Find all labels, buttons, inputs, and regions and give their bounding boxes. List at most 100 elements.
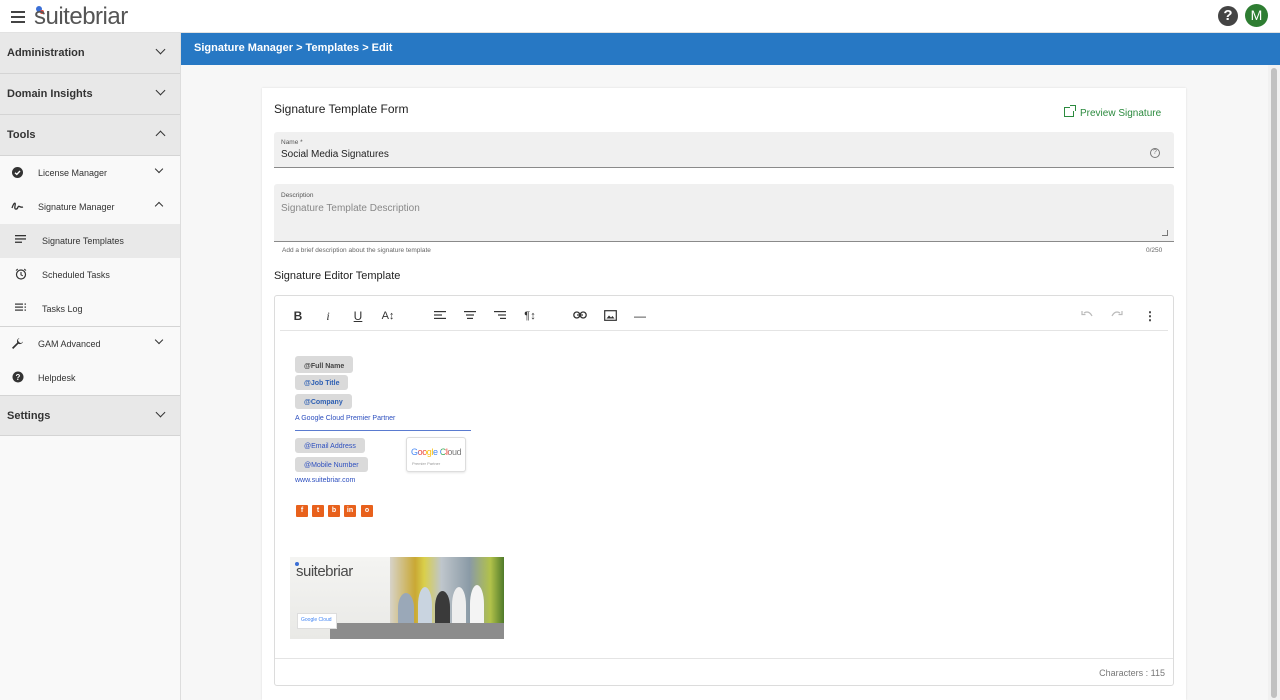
- align-right-icon[interactable]: [490, 307, 510, 325]
- menu-icon[interactable]: [11, 11, 25, 23]
- chevron-down-icon: [155, 44, 166, 55]
- instagram-icon[interactable]: o: [361, 505, 373, 517]
- sidebar-item-label: Helpdesk: [38, 373, 76, 383]
- editor-footer: Characters : 115: [275, 658, 1173, 686]
- sidebar-section-label: Domain Insights: [7, 88, 93, 100]
- bold-button[interactable]: B: [288, 307, 308, 325]
- name-label: Name *: [281, 139, 303, 146]
- chevron-down-icon: [155, 407, 166, 418]
- name-field[interactable]: Name * ?: [274, 132, 1174, 168]
- sidebar-section-administration[interactable]: Administration: [0, 33, 180, 74]
- sidebar-item-helpdesk[interactable]: ? Helpdesk: [0, 361, 180, 395]
- underline-button[interactable]: U: [348, 307, 368, 325]
- sidebar-section-label: Settings: [7, 410, 51, 422]
- image-icon[interactable]: [600, 307, 620, 325]
- svg-text:?: ?: [15, 373, 20, 382]
- sidebar-item-signature-manager[interactable]: Signature Manager: [0, 190, 180, 224]
- redo-icon[interactable]: [1107, 307, 1127, 325]
- chevron-down-icon: [154, 164, 164, 174]
- sidebar-section-settings[interactable]: Settings: [0, 395, 180, 436]
- description-placeholder[interactable]: Signature Template Description: [281, 203, 1131, 214]
- template-form-card: Signature Template Form Preview Signatur…: [262, 88, 1186, 700]
- help-circle-icon[interactable]: ?: [1150, 148, 1160, 158]
- chevron-down-icon: [154, 335, 164, 345]
- company-placeholder[interactable]: @Company: [295, 394, 352, 409]
- help-icon[interactable]: ?: [1218, 6, 1238, 26]
- description-field[interactable]: Description Signature Template Descripti…: [274, 184, 1174, 242]
- italic-button[interactable]: i: [318, 307, 338, 325]
- breadcrumb: Signature Manager > Templates > Edit: [194, 42, 393, 54]
- sidebar-item-tasks-log[interactable]: Tasks Log: [0, 292, 180, 326]
- google-cloud-badge-subtitle: Premier Partner: [412, 461, 441, 466]
- sidebar-item-label: Scheduled Tasks: [42, 270, 110, 280]
- header-bar: Signature Manager > Templates > Edit: [181, 33, 1280, 65]
- banner-google-cloud-badge: Google Cloud: [297, 613, 337, 629]
- form-title: Signature Template Form: [274, 102, 409, 116]
- name-input[interactable]: [281, 149, 1131, 160]
- paragraph-button[interactable]: ¶↕: [520, 307, 540, 325]
- banner-person: [435, 591, 450, 623]
- sidebar-item-label: GAM Advanced: [38, 339, 101, 349]
- email-placeholder[interactable]: @Email Address: [295, 438, 365, 453]
- blogger-icon[interactable]: b: [328, 505, 340, 517]
- signature-divider: [295, 430, 471, 431]
- log-list-icon: [14, 302, 27, 315]
- align-left-icon[interactable]: [430, 307, 450, 325]
- sidebar-item-gam-advanced[interactable]: GAM Advanced: [0, 327, 180, 361]
- link-icon[interactable]: [570, 307, 590, 325]
- signature-icon: [11, 200, 24, 213]
- sidebar-item-label: Signature Manager: [38, 202, 115, 212]
- sidebar-item-label: License Manager: [38, 168, 108, 178]
- job-title-placeholder[interactable]: @Job Title: [295, 375, 349, 390]
- google-cloud-badge: Google Cloud Premier Partner: [406, 437, 466, 472]
- sidebar-section-label: Administration: [7, 47, 85, 59]
- scrollbar[interactable]: [1268, 65, 1280, 700]
- chevron-down-icon: [155, 85, 166, 96]
- banner-person: [398, 593, 414, 623]
- sidebar-section-tools[interactable]: Tools: [0, 115, 180, 156]
- chevron-up-icon: [154, 201, 164, 211]
- preview-signature-label: Preview Signature: [1080, 108, 1162, 119]
- undo-icon[interactable]: [1077, 307, 1097, 325]
- avatar[interactable]: M: [1245, 4, 1268, 27]
- open-in-new-icon: [1064, 105, 1076, 117]
- sidebar-item-license-manager[interactable]: License Manager: [0, 156, 180, 190]
- chevron-up-icon: [155, 130, 166, 141]
- facebook-icon[interactable]: f: [296, 505, 308, 517]
- twitter-icon[interactable]: t: [312, 505, 324, 517]
- sidebar-item-scheduled-tasks[interactable]: Scheduled Tasks: [0, 258, 180, 292]
- help-circle-icon: ?: [11, 371, 24, 384]
- banner-person: [418, 587, 432, 623]
- alarm-clock-icon: [14, 268, 27, 281]
- align-center-icon[interactable]: [460, 307, 480, 325]
- banner-logo: suitebriar: [296, 563, 353, 580]
- resize-handle-icon[interactable]: [1162, 230, 1168, 236]
- top-bar: suitebriar ? M: [0, 0, 1280, 33]
- signature-banner-image[interactable]: suitebriar Google Cloud: [290, 557, 504, 639]
- mobile-placeholder[interactable]: @Mobile Number: [295, 457, 368, 472]
- wrench-icon: [11, 337, 24, 350]
- description-label: Description: [281, 192, 314, 199]
- character-count: Characters : 115: [1099, 668, 1165, 678]
- description-hint: Add a brief description about the signat…: [282, 247, 431, 254]
- signature-editor[interactable]: B i U A↕ ¶↕ — ⋮ @Full Name @Job Title @C…: [274, 295, 1174, 686]
- banner-person: [452, 587, 466, 623]
- preview-signature-button[interactable]: Preview Signature: [1064, 105, 1162, 119]
- sidebar-section-domain-insights[interactable]: Domain Insights: [0, 74, 180, 115]
- sidebar-item-label: Tasks Log: [42, 304, 83, 314]
- sidebar-item-label: Signature Templates: [42, 236, 124, 246]
- scrollbar-thumb[interactable]: [1271, 68, 1277, 698]
- app-logo[interactable]: suitebriar: [34, 3, 128, 31]
- sidebar-section-label: Tools: [7, 129, 36, 141]
- sidebar-item-signature-templates[interactable]: Signature Templates: [0, 224, 180, 258]
- editor-section-title: Signature Editor Template: [274, 270, 401, 282]
- linkedin-icon[interactable]: in: [344, 505, 356, 517]
- partner-line: A Google Cloud Premier Partner: [295, 415, 396, 422]
- banner-person: [470, 585, 484, 623]
- full-name-placeholder[interactable]: @Full Name: [295, 356, 354, 373]
- website-link[interactable]: www.suitebriar.com: [295, 477, 355, 484]
- more-options-icon[interactable]: ⋮: [1140, 307, 1160, 325]
- horizontal-rule-button[interactable]: —: [630, 307, 650, 325]
- font-size-button[interactable]: A↕: [378, 307, 398, 325]
- verified-badge-icon: [11, 166, 24, 179]
